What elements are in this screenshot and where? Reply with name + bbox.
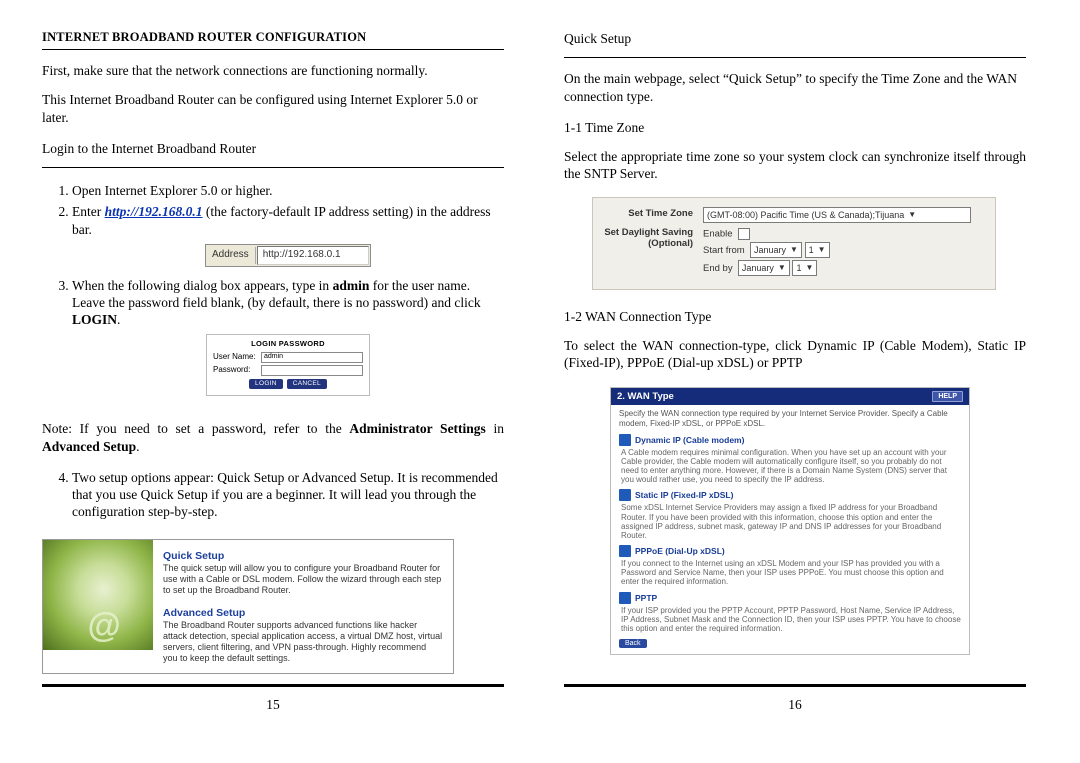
password-label: Password: xyxy=(213,365,257,375)
set-timezone-label: Set Time Zone xyxy=(601,207,693,219)
login-dialog-title: LOGIN PASSWORD xyxy=(213,339,363,349)
rule xyxy=(42,49,504,50)
setup-options-figure: @ Quick Setup The quick setup will allow… xyxy=(42,539,454,674)
rule xyxy=(564,57,1026,58)
router-ip-link[interactable]: http://192.168.0.1 xyxy=(105,204,203,219)
page-right: Quick Setup On the main webpage, select … xyxy=(564,30,1026,713)
chevron-down-icon: ▼ xyxy=(818,245,826,254)
end-day-select: 1▼ xyxy=(792,260,817,276)
timezone-figure: Set Time Zone (GMT-08:00) Pacific Time (… xyxy=(592,197,996,290)
wan-lead: Specify the WAN connection type required… xyxy=(619,409,961,428)
chevron-down-icon: ▼ xyxy=(778,263,786,272)
rule xyxy=(42,167,504,168)
login-dialog-figure: LOGIN PASSWORD User Name: admin Password… xyxy=(206,334,370,396)
pptp-desc: If your ISP provided you the PPTP Accoun… xyxy=(621,606,961,634)
step-2-a: Enter xyxy=(72,204,105,219)
enable-label: Enable xyxy=(703,228,733,239)
globe-icon xyxy=(619,434,631,446)
end-month-select: January ▼ xyxy=(738,260,790,276)
note-bold-2: Advanced Setup xyxy=(42,439,136,454)
steps-list: Open Internet Explorer 5.0 or higher. En… xyxy=(42,178,504,408)
username-label: User Name: xyxy=(213,352,257,362)
timezone-value: (GMT-08:00) Pacific Time (US & Canada);T… xyxy=(707,210,904,220)
login-literal: LOGIN xyxy=(72,312,117,327)
static-ip-desc: Some xDSL Internet Service Providers may… xyxy=(621,503,961,540)
step-4: Two setup options appear: Quick Setup or… xyxy=(72,469,504,521)
step-2: Enter http://192.168.0.1 (the factory-de… xyxy=(72,203,504,266)
page-number-left: 15 xyxy=(42,697,504,713)
quick-setup-desc: The quick setup will allow you to config… xyxy=(163,563,443,597)
login-heading: Login to the Internet Broadband Router xyxy=(42,140,504,157)
wan-heading: 1-2 WAN Connection Type xyxy=(564,308,1026,325)
static-ip-link: Static IP (Fixed-IP xDSL) xyxy=(635,490,733,500)
note-bold-1: Administrator Settings xyxy=(349,421,485,436)
quick-setup-heading: Quick Setup xyxy=(163,550,443,563)
step-1: Open Internet Explorer 5.0 or higher. xyxy=(72,182,504,199)
timezone-text: Select the appropriate time zone so your… xyxy=(564,148,1026,183)
address-input: http://192.168.0.1 xyxy=(257,246,369,265)
start-day-value: 1 xyxy=(809,245,814,255)
login-button: LOGIN xyxy=(249,379,283,389)
chevron-down-icon: ▼ xyxy=(805,263,813,272)
back-button: Back xyxy=(619,639,647,648)
password-input xyxy=(261,365,363,376)
globe-icon xyxy=(619,545,631,557)
start-month-select: January ▼ xyxy=(750,242,802,258)
start-month-value: January xyxy=(754,245,786,255)
advanced-setup-heading: Advanced Setup xyxy=(163,607,443,620)
chevron-down-icon: ▼ xyxy=(908,210,916,219)
globe-icon xyxy=(619,592,631,604)
globe-icon xyxy=(619,489,631,501)
chevron-down-icon: ▼ xyxy=(790,245,798,254)
timezone-heading: 1-1 Time Zone xyxy=(564,119,1026,136)
wan-type-figure: 2. WAN Type HELP Specify the WAN connect… xyxy=(610,387,970,655)
end-by-label: End by xyxy=(703,263,733,274)
step-3: When the following dialog box appears, t… xyxy=(72,277,504,397)
step-3-c: . xyxy=(117,312,120,327)
advanced-setup-desc: The Broadband Router supports advanced f… xyxy=(163,620,443,665)
end-month-value: January xyxy=(742,263,774,273)
help-button: HELP xyxy=(932,391,963,402)
address-bar-figure: Address http://192.168.0.1 xyxy=(205,244,371,267)
start-day-select: 1▼ xyxy=(805,242,830,258)
admin-literal: admin xyxy=(333,278,370,293)
address-label: Address xyxy=(206,247,256,264)
dynamic-ip-link: Dynamic IP (Cable modem) xyxy=(635,435,744,445)
pptp-link: PPTP xyxy=(635,593,657,603)
start-from-label: Start from xyxy=(703,245,745,256)
note-c: . xyxy=(136,439,139,454)
cancel-button: CANCEL xyxy=(287,379,327,389)
quick-setup-heading-r: Quick Setup xyxy=(564,30,1026,47)
setup-text-block: Quick Setup The quick setup will allow y… xyxy=(153,540,453,673)
steps-list-2: Two setup options appear: Quick Setup or… xyxy=(42,465,504,525)
quick-setup-text: On the main webpage, select “Quick Setup… xyxy=(564,70,1026,105)
pppoe-link: PPPoE (Dial-Up xDSL) xyxy=(635,546,725,556)
footer-rule xyxy=(564,684,1026,687)
page-left: INTERNET BROADBAND ROUTER CONFIGURATION … xyxy=(42,30,504,713)
setup-image: @ xyxy=(43,540,153,650)
pppoe-desc: If you connect to the Internet using an … xyxy=(621,559,961,587)
wan-text: To select the WAN connection-type, click… xyxy=(564,337,1026,372)
note-a: Note: If you need to set a password, ref… xyxy=(42,421,349,436)
note-b: in xyxy=(486,421,504,436)
step-3-a: When the following dialog box appears, t… xyxy=(72,278,333,293)
intro-2: This Internet Broadband Router can be co… xyxy=(42,91,504,126)
wan-fig-header: 2. WAN Type HELP xyxy=(611,388,969,405)
footer-rule xyxy=(42,684,504,687)
at-symbol: @ xyxy=(87,607,120,646)
config-title: INTERNET BROADBAND ROUTER CONFIGURATION xyxy=(42,30,504,45)
end-day-value: 1 xyxy=(796,263,801,273)
enable-checkbox xyxy=(738,228,750,240)
page-number-right: 16 xyxy=(564,697,1026,713)
timezone-select: (GMT-08:00) Pacific Time (US & Canada);T… xyxy=(703,207,971,223)
wan-fig-title: 2. WAN Type xyxy=(617,391,674,402)
dynamic-ip-desc: A Cable modem requires minimal configura… xyxy=(621,448,961,485)
intro-1: First, make sure that the network connec… xyxy=(42,62,504,79)
set-ds-label: Set Daylight Saving (Optional) xyxy=(601,226,693,249)
note-text: Note: If you need to set a password, ref… xyxy=(42,420,504,455)
username-input: admin xyxy=(261,352,363,363)
